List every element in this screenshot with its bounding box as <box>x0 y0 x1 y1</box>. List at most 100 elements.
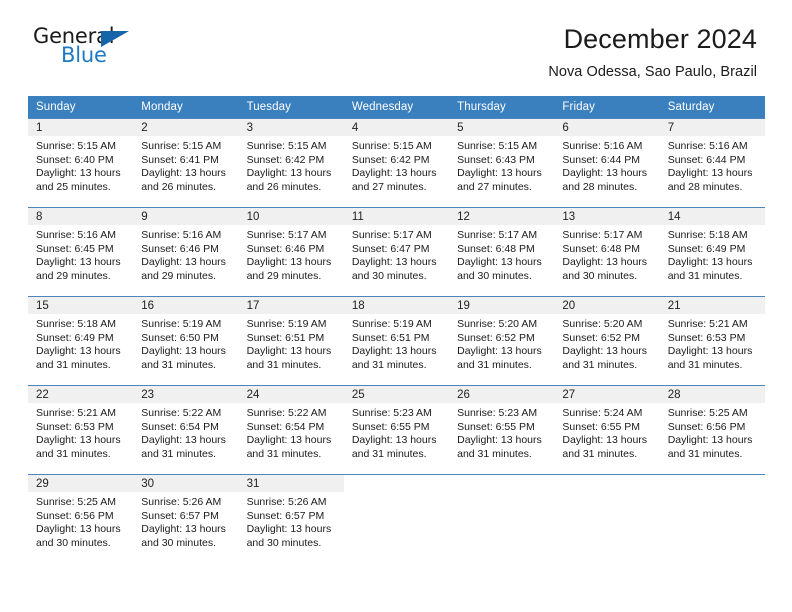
calendar-day-cell[interactable]: 31 Sunrise: 5:26 AM Sunset: 6:57 PM Dayligh… <box>238 474 344 564</box>
day-number: 8 <box>28 208 134 225</box>
day-number: 2 <box>133 119 239 136</box>
sunrise-text: Sunrise: 5:21 AM <box>36 407 116 419</box>
daylight-text-line2: and 27 minutes. <box>351 180 427 193</box>
day-number: 3 <box>238 119 344 136</box>
calendar-day-cell[interactable]: 2 Sunrise: 5:15 AM Sunset: 6:41 PM Daylight… <box>133 118 239 208</box>
calendar-day-cell[interactable]: 30 Sunrise: 5:26 AM Sunset: 6:57 PM Dayligh… <box>133 474 239 564</box>
calendar-day-cell[interactable]: 17 Sunrise: 5:19 AM Sunset: 6:51 PM Dayligh… <box>238 296 344 386</box>
day-number <box>554 475 659 492</box>
calendar-day-cell[interactable]: 5 Sunrise: 5:15 AM Sunset: 6:43 PM Daylight… <box>449 118 555 208</box>
calendar-day-cell[interactable]: 19 Sunrise: 5:20 AM Sunset: 6:52 PM Dayligh… <box>449 296 555 386</box>
sunset-text: Sunset: 6:55 PM <box>351 420 430 433</box>
calendar-day-cell[interactable]: 1 Sunrise: 5:15 AM Sunset: 6:40 PM Daylight… <box>28 118 134 208</box>
calendar-day-cell[interactable]: 22 Sunrise: 5:21 AM Sunset: 6:53 PM Dayligh… <box>28 385 134 475</box>
day-number: 31 <box>238 475 344 492</box>
daylight-text-line2: and 31 minutes. <box>36 358 111 371</box>
calendar-day-cell[interactable]: 23 Sunrise: 5:22 AM Sunset: 6:54 PM Dayligh… <box>133 385 239 475</box>
day-details: Sunrise: 5:23 AM Sunset: 6:55 PM Daylight:… <box>449 403 554 461</box>
sunrise-text: Sunrise: 5:19 AM <box>351 318 432 330</box>
sunrise-text: Sunrise: 5:17 AM <box>457 229 538 241</box>
daylight-text-line1: Daylight: 13 hours <box>246 345 332 358</box>
daylight-text-line1: Daylight: 13 hours <box>141 256 226 269</box>
daylight-text-line1: Daylight: 13 hours <box>562 256 648 269</box>
calendar-day-cell[interactable]: 26 Sunrise: 5:23 AM Sunset: 6:55 PM Dayligh… <box>449 385 555 475</box>
calendar-day-cell[interactable]: 24 Sunrise: 5:22 AM Sunset: 6:54 PM Dayligh… <box>238 385 344 475</box>
daylight-text-line1: Daylight: 13 hours <box>667 434 753 447</box>
day-details: Sunrise: 5:20 AM Sunset: 6:52 PM Daylight:… <box>554 314 659 372</box>
calendar-day-cell[interactable]: 13 Sunrise: 5:17 AM Sunset: 6:48 PM Dayligh… <box>554 207 660 297</box>
day-number: 27 <box>554 386 660 403</box>
day-number: 12 <box>449 208 555 225</box>
day-number: 17 <box>238 297 344 314</box>
daylight-text-line2: and 30 minutes. <box>351 269 427 282</box>
calendar-day-cell[interactable]: 29 Sunrise: 5:25 AM Sunset: 6:56 PM Dayligh… <box>28 474 134 564</box>
calendar-day-cell-empty <box>554 474 660 564</box>
general-blue-logo[interactable]: General Blue <box>33 24 143 72</box>
sunrise-text: Sunrise: 5:17 AM <box>351 229 432 241</box>
calendar-day-cell[interactable]: 18 Sunrise: 5:19 AM Sunset: 6:51 PM Dayligh… <box>343 296 450 386</box>
day-details: Sunrise: 5:21 AM Sunset: 6:53 PM Daylight:… <box>660 314 765 372</box>
title-block: December 2024 Nova Odessa, Sao Paulo, Br… <box>548 24 757 80</box>
sunrise-text: Sunrise: 5:18 AM <box>667 229 748 241</box>
calendar-week-row: 8 Sunrise: 5:16 AM Sunset: 6:45 PM Daylight… <box>28 207 765 297</box>
calendar-day-cell[interactable]: 9 Sunrise: 5:16 AM Sunset: 6:46 PM Daylight… <box>133 207 239 297</box>
calendar-day-cell[interactable]: 14 Sunrise: 5:18 AM Sunset: 6:49 PM Dayligh… <box>659 207 765 297</box>
day-number: 22 <box>28 386 134 403</box>
daylight-text-line1: Daylight: 13 hours <box>457 345 542 358</box>
sunset-text: Sunset: 6:46 PM <box>141 242 219 255</box>
calendar-week-row: 29 Sunrise: 5:25 AM Sunset: 6:56 PM Dayligh… <box>28 474 765 564</box>
day-details: Sunrise: 5:17 AM Sunset: 6:48 PM Daylight:… <box>554 225 659 283</box>
sunrise-text: Sunrise: 5:15 AM <box>457 140 538 152</box>
calendar-day-cell[interactable]: 21 Sunrise: 5:21 AM Sunset: 6:53 PM Dayligh… <box>659 296 765 386</box>
daylight-text-line2: and 25 minutes. <box>36 180 111 193</box>
daylight-text-line1: Daylight: 13 hours <box>141 523 226 536</box>
sunset-text: Sunset: 6:56 PM <box>667 420 746 433</box>
sunset-text: Sunset: 6:48 PM <box>562 242 641 255</box>
calendar-page: General Blue December 2024 Nova Odessa, … <box>0 0 792 612</box>
calendar-day-cell[interactable]: 27 Sunrise: 5:24 AM Sunset: 6:55 PM Dayligh… <box>554 385 660 475</box>
sunset-text: Sunset: 6:50 PM <box>141 331 219 344</box>
day-details: Sunrise: 5:16 AM Sunset: 6:46 PM Daylight:… <box>133 225 238 283</box>
sunset-text: Sunset: 6:46 PM <box>246 242 325 255</box>
day-number: 9 <box>133 208 239 225</box>
day-number: 19 <box>449 297 555 314</box>
sunset-text: Sunset: 6:56 PM <box>36 509 114 522</box>
calendar-day-cell[interactable]: 4 Sunrise: 5:15 AM Sunset: 6:42 PM Daylight… <box>343 118 450 208</box>
calendar-day-cell[interactable]: 16 Sunrise: 5:19 AM Sunset: 6:50 PM Dayligh… <box>133 296 239 386</box>
sunset-text: Sunset: 6:57 PM <box>246 509 325 522</box>
calendar-day-cell[interactable]: 6 Sunrise: 5:16 AM Sunset: 6:44 PM Daylight… <box>554 118 660 208</box>
calendar-day-cell[interactable]: 3 Sunrise: 5:15 AM Sunset: 6:42 PM Daylight… <box>238 118 344 208</box>
calendar-day-cell[interactable]: 11 Sunrise: 5:17 AM Sunset: 6:47 PM Dayligh… <box>343 207 450 297</box>
day-details: Sunrise: 5:18 AM Sunset: 6:49 PM Daylight:… <box>660 225 765 283</box>
day-details: Sunrise: 5:21 AM Sunset: 6:53 PM Daylight:… <box>28 403 133 461</box>
sunset-text: Sunset: 6:48 PM <box>457 242 535 255</box>
day-number <box>344 475 449 492</box>
calendar-day-cell[interactable]: 15 Sunrise: 5:18 AM Sunset: 6:49 PM Dayligh… <box>28 296 134 386</box>
day-number: 21 <box>659 297 765 314</box>
calendar-day-cell[interactable]: 7 Sunrise: 5:16 AM Sunset: 6:44 PM Daylight… <box>659 118 765 208</box>
daylight-text-line2: and 29 minutes. <box>141 269 216 282</box>
page-header: General Blue December 2024 Nova Odessa, … <box>0 0 792 80</box>
day-number: 18 <box>343 297 450 314</box>
daylight-text-line2: and 31 minutes. <box>351 447 427 460</box>
calendar-day-cell[interactable]: 20 Sunrise: 5:20 AM Sunset: 6:52 PM Dayligh… <box>554 296 660 386</box>
calendar-day-cell[interactable]: 28 Sunrise: 5:25 AM Sunset: 6:56 PM Dayligh… <box>659 385 765 475</box>
daylight-text-line2: and 31 minutes. <box>667 269 743 282</box>
sunrise-text: Sunrise: 5:24 AM <box>562 407 643 419</box>
day-details: Sunrise: 5:17 AM Sunset: 6:47 PM Daylight:… <box>344 225 449 283</box>
calendar-day-cell[interactable]: 8 Sunrise: 5:16 AM Sunset: 6:45 PM Daylight… <box>28 207 134 297</box>
daylight-text-line1: Daylight: 13 hours <box>351 434 437 447</box>
day-number: 16 <box>133 297 239 314</box>
calendar-body: 1 Sunrise: 5:15 AM Sunset: 6:40 PM Daylight… <box>28 118 765 564</box>
day-details: Sunrise: 5:20 AM Sunset: 6:52 PM Daylight:… <box>449 314 554 372</box>
calendar-day-cell[interactable]: 12 Sunrise: 5:17 AM Sunset: 6:48 PM Dayligh… <box>449 207 555 297</box>
location-subtitle: Nova Odessa, Sao Paulo, Brazil <box>548 64 757 81</box>
calendar-day-cell[interactable]: 25 Sunrise: 5:23 AM Sunset: 6:55 PM Dayligh… <box>343 385 450 475</box>
sunrise-text: Sunrise: 5:16 AM <box>562 140 643 152</box>
calendar-day-cell[interactable]: 10 Sunrise: 5:17 AM Sunset: 6:46 PM Dayligh… <box>238 207 344 297</box>
daylight-text-line1: Daylight: 13 hours <box>351 167 437 180</box>
daylight-text-line2: and 29 minutes. <box>36 269 111 282</box>
sunrise-text: Sunrise: 5:25 AM <box>667 407 748 419</box>
daylight-text-line1: Daylight: 13 hours <box>36 256 121 269</box>
day-details: Sunrise: 5:16 AM Sunset: 6:45 PM Daylight:… <box>28 225 133 283</box>
